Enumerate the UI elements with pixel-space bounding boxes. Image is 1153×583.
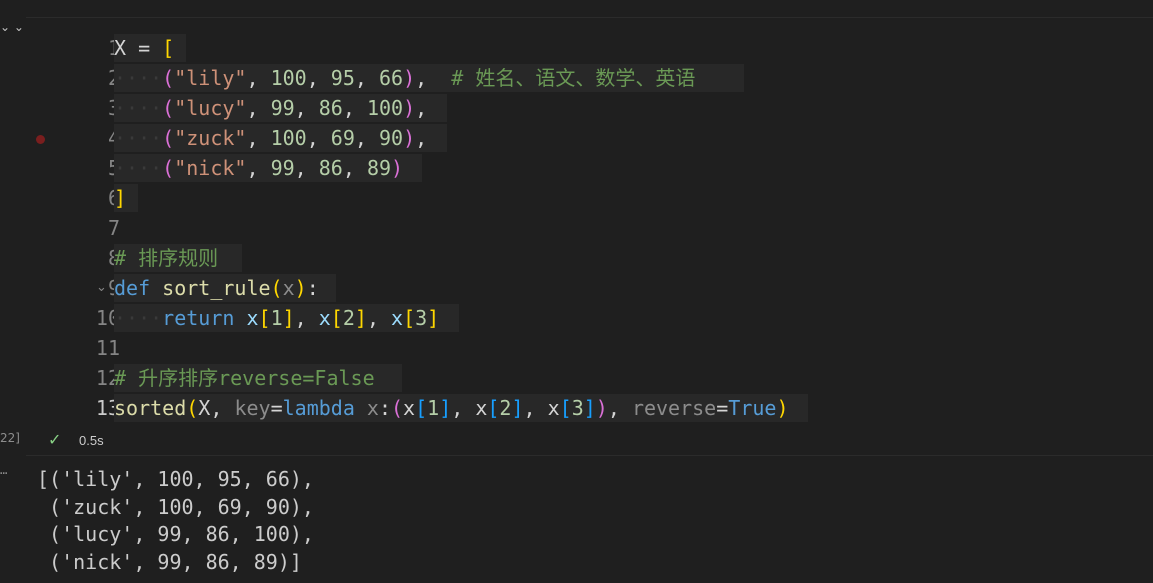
- notebook-left-gutter: ⌄ ⌄ 22] ⋯: [0, 0, 26, 583]
- code-line[interactable]: 4 ····("zuck", 100, 69, 90),: [26, 123, 1153, 153]
- code-line[interactable]: 10 ····return x[1], x[2], x[3]: [26, 303, 1153, 333]
- line-number: 10: [95, 306, 120, 330]
- cell-output: [('lily', 100, 95, 66), ('zuck', 100, 69…: [37, 466, 314, 576]
- line-number: 7: [107, 216, 120, 240]
- breakpoint-icon[interactable]: [36, 135, 45, 144]
- line-number: 1: [70, 33, 120, 63]
- code-line[interactable]: 13 sorted(X, key=lambda x:(x[1], x[2], x…: [26, 393, 1153, 423]
- line-number: 9: [70, 273, 120, 303]
- output-menu-icon[interactable]: ⋯: [0, 466, 7, 480]
- code-text: ····("zuck", 100, 69, 90),: [114, 126, 428, 150]
- line-number: 6: [70, 183, 120, 213]
- code-text: X = [: [114, 36, 175, 60]
- code-text: ····("lily", 100, 95, 66), # 姓名、语文、数学、英语: [114, 66, 696, 90]
- code-text: # 升序排序reverse=False: [114, 366, 375, 390]
- chevron-down-icon[interactable]: ⌄ ⌄: [0, 20, 24, 34]
- fold-chevron-icon[interactable]: ⌄: [96, 273, 107, 303]
- code-line[interactable]: 1 X = [: [26, 33, 1153, 63]
- code-text: def sort_rule(x):: [114, 276, 319, 300]
- code-text: # 排序规则: [114, 246, 219, 270]
- cell-status-bar: ✓ 0.5s: [26, 424, 1153, 455]
- code-line[interactable]: 3 ····("lucy", 99, 86, 100),: [26, 93, 1153, 123]
- line-number: 4: [70, 123, 120, 153]
- cell-editor[interactable]: 1 X = [ 2 ····("lily", 100, 95, 66), # 姓…: [26, 18, 1153, 424]
- execution-count: 22]: [0, 431, 20, 445]
- line-number: 2: [70, 63, 120, 93]
- output-line: [('lily', 100, 95, 66),: [37, 467, 314, 491]
- output-line: ('lucy', 99, 86, 100),: [37, 522, 314, 546]
- code-text: ····("lucy", 99, 86, 100),: [114, 96, 428, 120]
- code-text: ····("nick", 99, 86, 89): [114, 156, 404, 180]
- code-text: ]: [114, 186, 127, 210]
- line-number: 5: [70, 153, 120, 183]
- line-number: 12: [95, 366, 120, 390]
- code-text: sorted(X, key=lambda x:(x[1], x[2], x[3]…: [114, 396, 789, 420]
- code-line[interactable]: 11: [26, 333, 1153, 363]
- code-cell[interactable]: 1 X = [ 2 ····("lily", 100, 95, 66), # 姓…: [26, 17, 1153, 456]
- code-line[interactable]: 12 # 升序排序reverse=False: [26, 363, 1153, 393]
- code-line[interactable]: 8 # 排序规则: [26, 243, 1153, 273]
- code-line[interactable]: 6 ]: [26, 183, 1153, 213]
- output-line: ('zuck', 100, 69, 90),: [37, 494, 314, 519]
- code-line[interactable]: 9 ⌄ def sort_rule(x):: [26, 273, 1153, 303]
- code-line[interactable]: 7: [26, 213, 1153, 243]
- output-line: ('nick', 99, 86, 89)]: [37, 549, 302, 574]
- code-line[interactable]: 5 ····("nick", 99, 86, 89): [26, 153, 1153, 183]
- line-number: 11: [95, 336, 120, 360]
- line-number: 8: [70, 243, 120, 273]
- line-number: 13: [95, 396, 120, 420]
- code-line[interactable]: 2 ····("lily", 100, 95, 66), # 姓名、语文、数学、…: [26, 63, 1153, 93]
- code-text: ····return x[1], x[2], x[3]: [114, 306, 440, 330]
- execution-time: 0.5s: [79, 433, 104, 448]
- line-number: 3: [70, 93, 120, 123]
- checkmark-icon: ✓: [48, 430, 62, 449]
